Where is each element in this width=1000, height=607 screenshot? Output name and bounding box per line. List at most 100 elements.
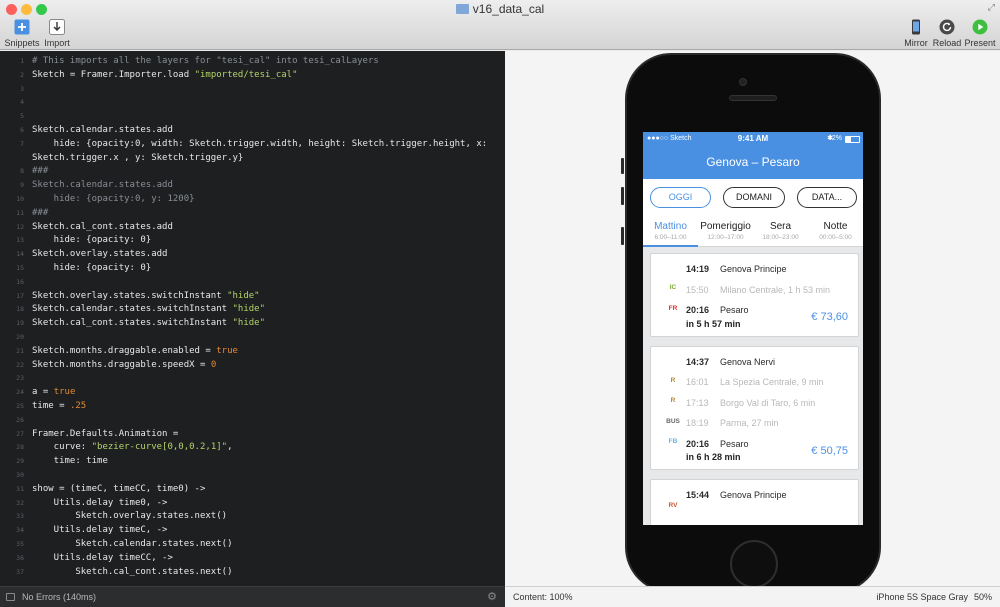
code-line[interactable]: 20 [0,330,505,344]
code-line[interactable]: 34 Utils.delay timeC, -> [0,523,505,537]
code-line[interactable]: 25 time = .25 [0,399,505,413]
compile-status: No Errors (140ms) [22,592,97,602]
time-tab-name: Mattino [654,221,687,232]
stop-station: Pesaro [720,438,749,449]
code-line[interactable]: 1 # This imports all the layers for "tesi… [0,54,505,68]
code-line[interactable]: 30 [0,468,505,482]
line-number: 9 [20,181,24,190]
code-line[interactable]: 11 ### [0,206,505,220]
code-line[interactable]: 6 Sketch.calendar.states.add [0,123,505,137]
code-line[interactable]: 29 time: time [0,454,505,468]
code-line[interactable]: 13 hide: {opacity: 0} [0,233,505,247]
code-token: Utils.delay timeCC, -> [32,552,173,563]
code-text: show = (timeC, timeCC, time0) -> [32,482,205,496]
code-line[interactable]: 33 Sketch.overlay.states.next() [0,509,505,523]
import-button[interactable]: Import [37,19,77,48]
code-line[interactable]: 12 Sketch.cal_cont.states.add [0,220,505,234]
code-line[interactable]: Sketch.trigger.x , y: Sketch.trigger.y} [0,151,505,165]
code-line[interactable]: 4 [0,95,505,109]
code-line[interactable]: 3 [0,82,505,96]
import-label: Import [44,38,70,48]
stop-station: Genova Principe [720,490,787,500]
line-number: 27 [16,429,24,438]
code-line[interactable]: 22 Sketch.months.draggable.speedX = 0 [0,358,505,372]
line-number: 3 [20,84,24,93]
line-number: 16 [16,277,24,286]
time-tab-0[interactable]: Mattino 6:00–11:00 [643,219,698,241]
day-button-1[interactable]: DOMANI [723,187,785,208]
device-zoom-label[interactable]: 50% [974,587,992,607]
code-line[interactable]: 15 hide: {opacity: 0} [0,261,505,275]
editor-status-bar: No Errors (140ms) ⚙ [0,586,505,607]
code-line[interactable]: 5 [0,109,505,123]
code-text: a = true [32,385,75,399]
code-token: hide: {opacity: 0} [32,263,152,273]
code-line[interactable]: 10 hide: {opacity:0, y: 1200} [0,192,505,206]
code-line[interactable]: 26 [0,413,505,427]
trip-stop: 14:19 Genova Principe [686,264,787,274]
day-button-2[interactable]: DATA... [797,187,857,208]
snippets-button[interactable]: Snippets [2,19,42,48]
code-line[interactable]: 7 hide: {opacity:0, width: Sketch.trigge… [0,137,505,151]
code-token: Utils.delay time0, -> [32,497,168,508]
code-line[interactable]: 9 Sketch.calendar.states.add [0,178,505,192]
code-token: Sketch.trigger.x , y: Sketch.trigger.y} [32,152,244,163]
day-button-0[interactable]: OGGI [650,187,711,208]
code-line[interactable]: 28 curve: "bezier-curve[0,0,0.2,1]", [0,440,505,454]
code-line[interactable]: 19 Sketch.cal_cont.states.switchInstant "… [0,316,505,330]
code-line[interactable]: 17 Sketch.overlay.states.switchInstant "h… [0,289,505,303]
trip-card[interactable]: 14:37 Genova Nervi 16:01 La Spezia Centrale… [650,345,859,470]
home-button[interactable] [730,540,778,586]
code-token: Sketch.months.draggable.enabled = [32,345,217,356]
stop-time: 16:01 [686,377,709,387]
trip-change-stop: 18:19 Parma, 27 min [686,418,779,428]
code-text: Sketch.overlay.states.switchInstant "hid… [32,289,260,303]
code-line[interactable]: 23 [0,371,505,385]
code-line[interactable]: 37 Sketch.cal_cont.states.next() [0,565,505,579]
device-name-label[interactable]: iPhone 5S Space Gray [876,587,968,607]
code-line[interactable]: 18 Sketch.calendar.states.switchInstant "… [0,302,505,316]
code-line[interactable]: 2 Sketch = Framer.Importer.load "imported… [0,68,505,82]
trip-card[interactable]: 15:44 Genova Principe RV [650,479,859,525]
trip-card[interactable]: 14:19 Genova Principe 15:50 Milano Centrale… [650,253,859,337]
code-line[interactable]: 27 Framer.Defaults.Animation = [0,427,505,441]
time-tab-3[interactable]: Notte 00:00–5:00 [808,219,863,241]
code-text: Sketch.cal_cont.states.next() [32,565,232,579]
code-token: # This imports all the layers for "tesi_… [32,56,379,66]
train-type-badge: FR [668,304,678,312]
code-token: Sketch.overlay.states.switchInstant [32,290,228,301]
mirror-label: Mirror [904,38,928,48]
code-line[interactable]: 35 Sketch.calendar.states.next() [0,537,505,551]
code-line[interactable]: 16 [0,275,505,289]
stop-time: 15:44 [686,490,710,500]
console-icon[interactable] [6,593,15,601]
code-text: Utils.delay time0, -> [32,496,168,510]
code-line[interactable]: 14 Sketch.overlay.states.add [0,247,505,261]
code-line[interactable]: 21 Sketch.months.draggable.enabled = true [0,344,505,358]
code-line[interactable]: 32 Utils.delay time0, -> [0,496,505,510]
battery-percent: 42% [827,135,842,142]
time-tab-2[interactable]: Sera 18:00–23:00 [753,219,808,241]
device-preview: ●●●○○ Sketch 9:41 AM ✱ 42% Genova – Pesa… [505,51,1000,586]
time-tab-1[interactable]: Pomeriggio 12:00–17:00 [698,219,753,241]
content-zoom-label[interactable]: Content: 100% [513,587,573,607]
line-number: 8 [20,167,24,176]
time-tab-range: 18:00–23:00 [762,234,799,241]
time-tab-range: 6:00–11:00 [654,234,687,241]
line-number: 26 [16,415,24,424]
line-number: 33 [16,512,24,521]
time-tab-name: Sera [769,221,792,232]
code-line[interactable]: 31 show = (timeC, timeCC, time0) -> [0,482,505,496]
code-line[interactable]: 24 a = true [0,385,505,399]
present-button[interactable]: Present [960,19,1000,48]
code-token: Sketch.cal_cont.states.add [32,221,173,232]
code-text: Framer.Defaults.Animation = [32,427,178,441]
gear-icon[interactable]: ⚙ [487,587,497,607]
code-editor[interactable]: 1 # This imports all the layers for "tesi… [0,51,505,586]
line-number: 34 [16,526,24,535]
stop-station: Parma, 27 min [720,418,779,428]
code-text: Sketch.calendar.states.add [32,123,173,137]
fullscreen-icon[interactable]: ⤢ [988,2,995,13]
code-line[interactable]: 8 ### [0,164,505,178]
code-line[interactable]: 36 Utils.delay timeCC, -> [0,551,505,565]
